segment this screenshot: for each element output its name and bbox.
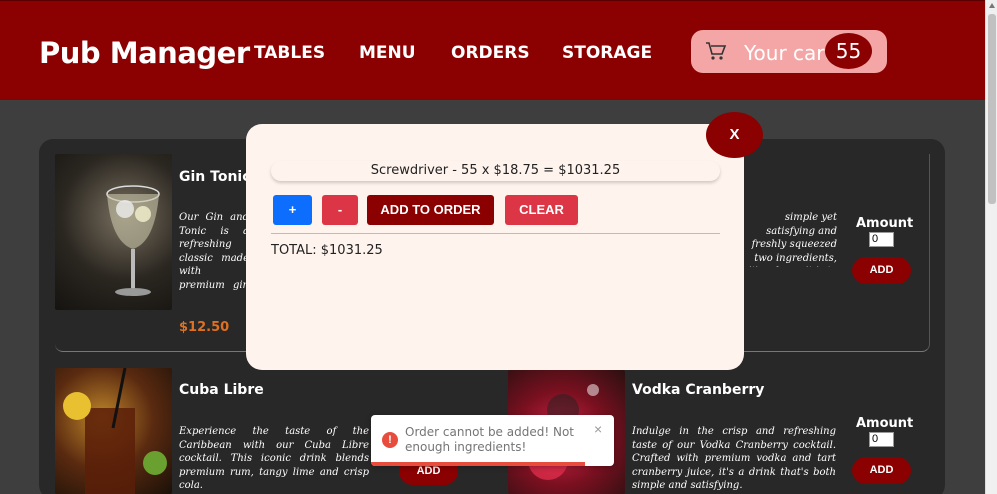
- add-button[interactable]: ADD: [852, 257, 911, 284]
- amount-label: Amount: [856, 416, 914, 431]
- scroll-up-arrow-icon[interactable]: [989, 3, 995, 8]
- cart-button[interactable]: Your cart 55: [691, 30, 887, 73]
- item-title: Cuba Libre: [179, 382, 264, 398]
- decrease-button[interactable]: -: [322, 195, 358, 225]
- increase-button[interactable]: +: [273, 195, 312, 225]
- toast-message: Order cannot be added! Not enough ingred…: [405, 425, 574, 454]
- app-header: Pub Manager TABLES MENU ORDERS STORAGE Y…: [0, 0, 985, 100]
- error-icon: !: [382, 432, 398, 448]
- item-title: Gin Tonic: [179, 169, 251, 185]
- page-scrollbar[interactable]: [985, 0, 997, 494]
- cart-icon: [706, 42, 727, 60]
- item-description: simple yet satisfying and freshly squeez…: [748, 212, 837, 267]
- order-total: TOTAL: $1031.25: [271, 243, 383, 258]
- toast-close-icon[interactable]: ×: [594, 421, 602, 437]
- add-button[interactable]: ADD: [852, 457, 911, 484]
- nav-menu[interactable]: MENU: [359, 43, 416, 63]
- item-description: Our Gin and Tonic is a refreshing classi…: [179, 212, 249, 291]
- scroll-thumb[interactable]: [988, 14, 996, 204]
- amount-label: Amount: [856, 216, 914, 231]
- toast-progress-bar: [371, 462, 585, 466]
- amount-input[interactable]: 0: [869, 432, 894, 447]
- nav-storage[interactable]: STORAGE: [562, 43, 652, 63]
- item-description: Indulge in the crisp and refreshing tast…: [632, 426, 836, 491]
- gin-tonic-image: [55, 154, 172, 310]
- item-price: $12.50: [179, 320, 230, 335]
- item-title: Vodka Cranberry: [632, 382, 765, 398]
- item-description: Experience the taste of the Caribbean wi…: [179, 426, 369, 491]
- order-line-item: Screwdriver - 55 x $18.75 = $1031.25: [271, 161, 720, 181]
- brand-title[interactable]: Pub Manager: [39, 36, 250, 70]
- cart-label: Your cart: [744, 41, 833, 65]
- cuba-libre-image: [55, 368, 172, 494]
- cart-count-badge: 55: [825, 33, 872, 69]
- close-modal-button[interactable]: X: [706, 112, 763, 158]
- add-to-order-button[interactable]: ADD TO ORDER: [367, 195, 494, 225]
- amount-input[interactable]: 0: [869, 232, 894, 247]
- nav-orders[interactable]: ORDERS: [451, 43, 530, 63]
- clear-button[interactable]: CLEAR: [505, 195, 578, 225]
- modal-divider: [271, 233, 720, 234]
- nav-tables[interactable]: TABLES: [254, 43, 325, 63]
